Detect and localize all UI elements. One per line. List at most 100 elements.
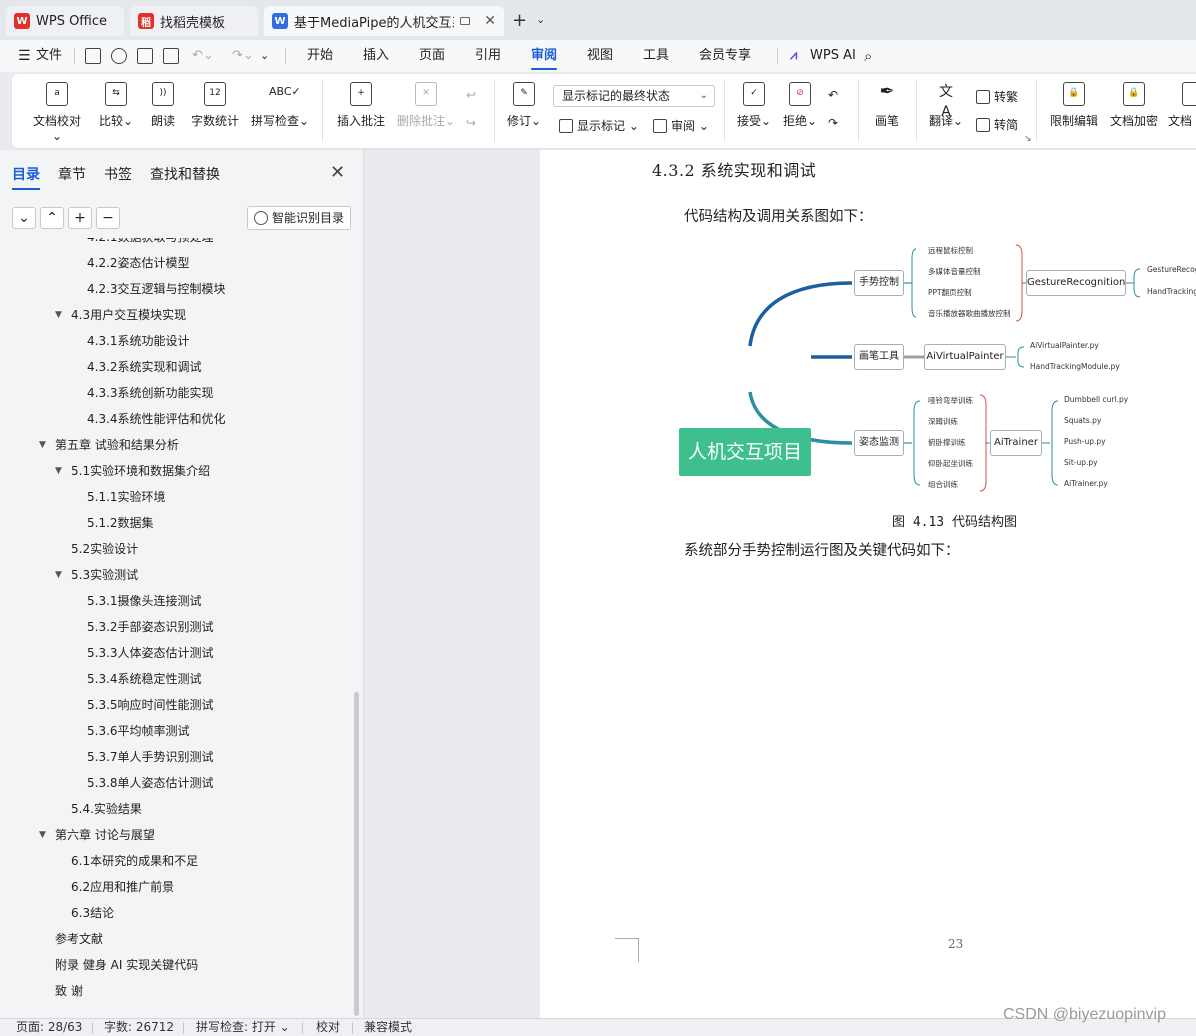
hamburger-icon[interactable]: ☰ <box>18 40 31 72</box>
new-tab-icon[interactable]: + <box>512 10 527 31</box>
encrypt-document-button[interactable]: 🔒 文档加密 <box>1108 82 1160 129</box>
read-aloud-button[interactable]: )) 朗读 <box>148 82 178 129</box>
toc-item[interactable]: 6.1本研究的成果和不足 <box>71 851 198 871</box>
accept-button[interactable]: ✓ 接受⌄ <box>734 82 774 129</box>
toc-item[interactable]: 5.3.8单人姿态估计测试 <box>87 773 214 793</box>
reject-button[interactable]: ⊘ 拒绝⌄ <box>780 82 820 129</box>
expand-arrow-icon[interactable]: ▼ <box>39 435 46 455</box>
toc-item[interactable]: 4.2.2姿态估计模型 <box>87 253 190 273</box>
toc-item[interactable]: 5.1.2数据集 <box>87 513 154 533</box>
menu-page[interactable]: 页面 <box>419 40 445 72</box>
to-traditional-button[interactable]: 转繁 <box>976 88 1018 105</box>
toc-item[interactable]: ▼ 5.1实验环境和数据集介绍 <box>55 461 210 481</box>
chevron-down-icon[interactable]: ⌄ <box>536 13 545 26</box>
remove-heading-button[interactable]: − <box>96 207 120 229</box>
toc-item[interactable]: 致 谢 <box>55 981 83 1001</box>
menu-insert[interactable]: 插入 <box>363 40 389 72</box>
document-proof-button[interactable]: a 文档校对⌄ <box>28 82 86 143</box>
translate-button[interactable]: 文A 翻译⌄ <box>926 82 966 129</box>
toc-item[interactable]: 参考文献 <box>55 929 103 949</box>
close-tab-icon[interactable]: ✕ <box>484 13 496 29</box>
toc-scrollbar[interactable] <box>354 692 359 1016</box>
compare-button[interactable]: ⇆ 比较⌄ <box>96 82 136 129</box>
delete-comment-button[interactable]: ✕ 删除批注⌄ <box>396 82 456 129</box>
spell-check-button[interactable]: ABC✓ 拼写检查⌄ <box>250 82 310 129</box>
word-count-indicator[interactable]: 字数: 26712 <box>104 1019 174 1036</box>
word-count-button[interactable]: 12 字数统计 <box>190 82 240 129</box>
undo-icon[interactable]: ↶⌄ <box>192 40 214 72</box>
menu-file[interactable]: 文件 <box>36 40 62 72</box>
expand-arrow-icon[interactable]: ▼ <box>55 461 62 481</box>
print-icon[interactable] <box>137 48 153 64</box>
print-preview-icon[interactable] <box>163 48 179 64</box>
to-simplified-button[interactable]: 转简 <box>976 116 1018 133</box>
toc-item[interactable]: 5.1.1实验环境 <box>87 487 166 507</box>
add-heading-button[interactable]: + <box>68 207 92 229</box>
expand-arrow-icon[interactable]: ▼ <box>55 305 62 325</box>
close-icon[interactable]: ✕ <box>330 162 345 183</box>
toc-item[interactable]: 5.4.实验结果 <box>71 799 142 819</box>
collapse-up-button[interactable]: ⌃ <box>40 207 64 229</box>
menu-wps-ai[interactable]: WPS AI <box>810 40 856 72</box>
expand-down-button[interactable]: ⌄ <box>12 207 36 229</box>
menu-view[interactable]: 视图 <box>587 40 613 72</box>
menu-review[interactable]: 审阅 <box>531 40 558 72</box>
document-page[interactable]: 4.3.2 系统实现和调试 代码结构及调用关系图如下： 人机交互项目 手势控制 … <box>540 150 1196 1018</box>
toc-item[interactable]: 5.3.3人体姿态估计测试 <box>87 643 214 663</box>
toc-item[interactable]: 5.3.7单人手势识别测试 <box>87 747 214 767</box>
dialog-launcher-icon[interactable]: ↘ <box>1024 134 1032 144</box>
toc-item[interactable]: ▼ 第六章 讨论与展望 <box>39 825 155 845</box>
tab-wps-office[interactable]: W WPS Office <box>6 6 124 36</box>
toc-item[interactable]: 4.3.3系统创新功能实现 <box>87 383 214 403</box>
markup-display-select[interactable]: 显示标记的最终状态 ⌄ <box>553 85 715 107</box>
toc-item[interactable]: ▼ 第五章 试验和结果分析 <box>39 435 179 455</box>
tab-find-replace[interactable]: 查找和替换 <box>150 164 220 184</box>
toc-item[interactable]: 4.3.2系统实现和调试 <box>87 357 202 377</box>
toc-item[interactable]: 4.2.1数据获取与预处理 <box>87 238 214 247</box>
redo-icon[interactable]: ↷⌄ <box>232 40 254 72</box>
next-comment-icon[interactable]: ↪ <box>466 116 476 130</box>
tab-toc[interactable]: 目录 <box>12 164 40 190</box>
toc-item[interactable]: 4.3.4系统性能评估和优化 <box>87 409 226 429</box>
toc-item[interactable]: 附录 健身 AI 实现关键代码 <box>55 955 198 975</box>
toc-item[interactable]: 5.3.1摄像头连接测试 <box>87 591 202 611</box>
tab-bookmarks[interactable]: 书签 <box>104 164 132 184</box>
toc-item[interactable]: 6.2应用和推广前景 <box>71 877 174 897</box>
quick-access-chevron-icon[interactable]: ⌄ <box>260 40 269 72</box>
tab-docer-templates[interactable]: 稻 找稻壳模板 <box>130 6 258 36</box>
toc-item[interactable]: 6.3结论 <box>71 903 114 923</box>
smart-toc-button[interactable]: 智能识别目录 <box>247 206 351 230</box>
show-markup-button[interactable]: 显示标记 ⌄ <box>559 117 639 134</box>
expand-arrow-icon[interactable]: ▼ <box>55 565 62 585</box>
toc-item[interactable]: 5.3.2手部姿态识别测试 <box>87 617 214 637</box>
previous-change-icon[interactable]: ↶ <box>828 88 838 102</box>
toc-item[interactable]: 4.3.1系统功能设计 <box>87 331 190 351</box>
search-icon[interactable]: ⌕ <box>864 40 872 72</box>
proof-status[interactable]: 校对 <box>316 1019 340 1036</box>
toc-item[interactable]: 5.2实验设计 <box>71 539 138 559</box>
previous-comment-icon[interactable]: ↩ <box>466 88 476 102</box>
restrict-editing-button[interactable]: 🔒 限制编辑 <box>1048 82 1100 129</box>
tab-sections[interactable]: 章节 <box>58 164 86 184</box>
document-more-button[interactable]: 文档 <box>1168 82 1196 129</box>
toc-item[interactable]: ▼ 5.3实验测试 <box>55 565 138 585</box>
save-icon[interactable] <box>85 48 101 64</box>
expand-arrow-icon[interactable]: ▼ <box>39 825 46 845</box>
pen-button[interactable]: ✒ 画笔 <box>872 82 902 129</box>
page-indicator[interactable]: 页面: 28/63 <box>16 1019 82 1036</box>
share-icon[interactable] <box>111 48 127 64</box>
toc-item[interactable]: 5.3.6平均帧率测试 <box>87 721 190 741</box>
menu-references[interactable]: 引用 <box>475 40 501 72</box>
insert-comment-button[interactable]: + 插入批注 <box>334 82 388 129</box>
menu-membership[interactable]: 会员专享 <box>699 40 751 72</box>
toc-item[interactable]: 4.2.3交互逻辑与控制模块 <box>87 279 226 299</box>
toc-item[interactable]: 5.3.5响应时间性能测试 <box>87 695 214 715</box>
menu-home[interactable]: 开始 <box>307 40 333 72</box>
track-changes-button[interactable]: ✎ 修订⌄ <box>504 82 544 129</box>
tab-current-document[interactable]: W 基于MediaPipe的人机交互系 ✕ <box>264 6 504 36</box>
toc-item[interactable]: ▼ 4.3用户交互模块实现 <box>55 305 186 325</box>
menu-tools[interactable]: 工具 <box>643 40 669 72</box>
spell-check-status[interactable]: 拼写检查: 打开 ⌄ <box>196 1019 290 1036</box>
review-pane-button[interactable]: 审阅 ⌄ <box>653 117 709 134</box>
toc-item[interactable]: 5.3.4系统稳定性测试 <box>87 669 202 689</box>
